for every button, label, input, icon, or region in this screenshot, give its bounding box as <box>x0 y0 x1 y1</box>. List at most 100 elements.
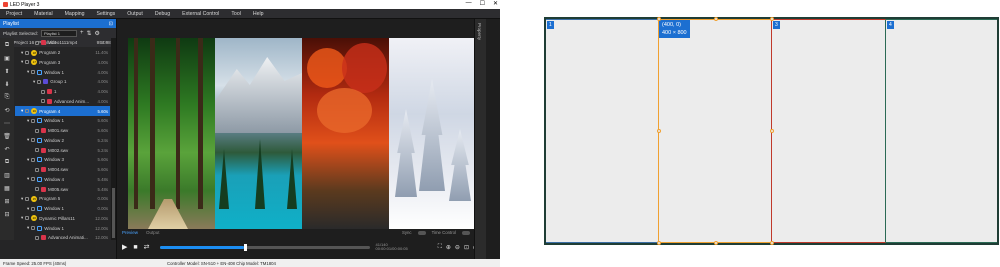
checkbox[interactable] <box>35 40 39 45</box>
checkbox[interactable] <box>35 167 39 172</box>
resize-handle[interactable] <box>770 241 774 245</box>
tree-row[interactable]: M005.swv 5.48s <box>15 184 110 194</box>
checkbox[interactable] <box>31 118 36 123</box>
expand-arrow-icon[interactable]: ▾ <box>21 196 23 202</box>
tree-row[interactable]: ▾ Window 1 5.60s <box>15 116 110 126</box>
checkbox[interactable] <box>31 157 36 162</box>
menu-mapping[interactable]: Mapping <box>59 11 91 17</box>
checkbox[interactable] <box>41 99 45 104</box>
tree-row[interactable]: M002.swv 5.24s <box>15 145 110 155</box>
expand-arrow-icon[interactable]: ▾ <box>21 108 23 114</box>
region-2[interactable]: (400, 0) 400 × 800 <box>659 19 772 243</box>
tree-row[interactable]: Advanced Anim... 4.00s <box>15 97 110 107</box>
timeline-knob[interactable] <box>243 243 247 251</box>
menu-debug[interactable]: Debug <box>149 11 176 17</box>
tool-button-icon[interactable]: 🗑 <box>3 133 11 140</box>
checkbox[interactable] <box>25 216 30 221</box>
tree-row[interactable]: ▾ Window 4 5.48s <box>15 175 110 185</box>
tree-row[interactable]: M004.swv 5.60s <box>15 165 110 175</box>
resize-handle[interactable] <box>770 17 774 21</box>
resize-handle[interactable] <box>714 17 718 21</box>
zoom-out-icon[interactable]: ⊖ <box>455 244 460 251</box>
checkbox[interactable] <box>35 128 39 133</box>
tree-row[interactable]: M001.swv 5.60s <box>15 126 110 136</box>
tree-row[interactable]: ▾ 17 Program 3 4.00s <box>15 58 110 68</box>
playlist-select[interactable]: Playlist 1 <box>40 29 77 37</box>
tool-button-icon[interactable]: ⧉ <box>5 42 9 49</box>
tab-output[interactable]: Output <box>146 230 160 235</box>
menu-external-control[interactable]: External Control <box>176 11 225 17</box>
tool-button-icon[interactable]: ⬇ <box>4 81 9 88</box>
expand-arrow-icon[interactable]: ▾ <box>27 206 29 212</box>
tree-row[interactable]: Video1111mp4 7.00s <box>15 38 110 48</box>
checkbox[interactable] <box>31 138 36 143</box>
stop-icon[interactable]: ■ <box>133 244 137 251</box>
tool-button-icon[interactable]: ⊞ <box>4 198 9 205</box>
checkbox[interactable] <box>25 50 30 55</box>
tool-button-icon[interactable]: ↶ <box>4 146 9 153</box>
expand-arrow-icon[interactable]: ▾ <box>27 176 29 182</box>
timeline-slider[interactable] <box>159 243 370 251</box>
menu-material[interactable]: Material <box>28 11 58 17</box>
tree-row[interactable]: Advanced Animati... 12.00s <box>15 233 110 240</box>
expand-arrow-icon[interactable]: ▾ <box>21 59 23 65</box>
checkbox[interactable] <box>35 148 39 153</box>
tool-button-icon[interactable]: ▣ <box>4 55 10 62</box>
resize-handle[interactable] <box>657 241 661 245</box>
checkbox[interactable] <box>37 79 42 84</box>
expand-arrow-icon[interactable]: ▾ <box>27 118 29 124</box>
tree-row[interactable]: ▾ 16 Program 4 5.60s <box>15 106 110 116</box>
region-1[interactable]: 1 <box>546 19 659 243</box>
checkbox[interactable] <box>25 60 30 65</box>
tool-button-icon[interactable]: ⎘ <box>5 94 10 101</box>
resize-handle[interactable] <box>657 17 661 21</box>
tree-scrollbar[interactable] <box>111 38 116 240</box>
resize-handle[interactable] <box>714 241 718 245</box>
tree-row[interactable]: ▾ 15 Program 5 0.00s <box>15 194 110 204</box>
expand-arrow-icon[interactable]: ▾ <box>21 215 23 221</box>
tool-button-icon[interactable]: ⟲ <box>4 107 9 114</box>
maximize-button[interactable]: ☐ <box>480 0 485 7</box>
play-icon[interactable]: ▶ <box>122 243 127 251</box>
expand-arrow-icon[interactable]: ▾ <box>27 157 29 163</box>
checkbox[interactable] <box>31 177 36 182</box>
tool-button-icon[interactable]: ▦ <box>4 185 10 192</box>
region-3[interactable]: 3 <box>772 19 886 243</box>
scroll-thumb[interactable] <box>112 188 115 238</box>
tool-button-icon[interactable]: ▥ <box>4 172 10 179</box>
expand-arrow-icon[interactable]: ▾ <box>27 69 29 75</box>
menu-tool[interactable]: Tool <box>225 11 247 17</box>
tool-button-icon[interactable]: ⋯ <box>4 120 10 127</box>
sync-toggle[interactable] <box>417 230 426 235</box>
fit-icon[interactable]: ⛶ <box>438 244 442 251</box>
tree-row[interactable]: ▾ Window 1 0.00s <box>15 204 110 214</box>
zoom-in-icon[interactable]: ⊕ <box>446 244 451 251</box>
sort-icon[interactable]: ⇅ <box>87 30 92 37</box>
playlist-settings-icon[interactable]: ⚙ <box>95 30 100 37</box>
menu-help[interactable]: Help <box>247 11 270 17</box>
checkbox[interactable] <box>41 89 45 94</box>
tool-button-icon[interactable]: ⧉ <box>5 159 9 166</box>
tree-row[interactable]: ▾ Window 2 5.24s <box>15 136 110 146</box>
actual-size-icon[interactable]: ⊡ <box>464 244 469 251</box>
minimize-button[interactable]: — <box>466 0 472 7</box>
tree-row[interactable]: ▾ 20 Dynamic Pillars11 12.00s <box>15 214 110 224</box>
checkbox[interactable] <box>35 187 39 192</box>
checkbox[interactable] <box>31 70 36 75</box>
checkbox[interactable] <box>31 206 36 211</box>
loop-icon[interactable]: ⇄ <box>144 243 150 251</box>
tab-preview[interactable]: Preview <box>122 230 138 235</box>
pin-icon[interactable]: ⊡ <box>109 21 113 27</box>
tree-row[interactable]: ▾ Window 3 5.60s <box>15 155 110 165</box>
add-playlist-icon[interactable]: + <box>80 30 84 36</box>
checkbox[interactable] <box>35 235 39 240</box>
resize-handle[interactable] <box>770 129 774 133</box>
checkbox[interactable] <box>31 226 36 231</box>
resize-handle[interactable] <box>657 129 661 133</box>
checkbox[interactable] <box>25 109 30 114</box>
tool-button-icon[interactable]: ⬆ <box>4 68 9 75</box>
expand-arrow-icon[interactable]: ▾ <box>33 79 35 85</box>
expand-arrow-icon[interactable]: ▾ <box>27 225 29 231</box>
time-control-toggle[interactable] <box>462 230 470 235</box>
menu-project[interactable]: Project <box>0 11 28 17</box>
